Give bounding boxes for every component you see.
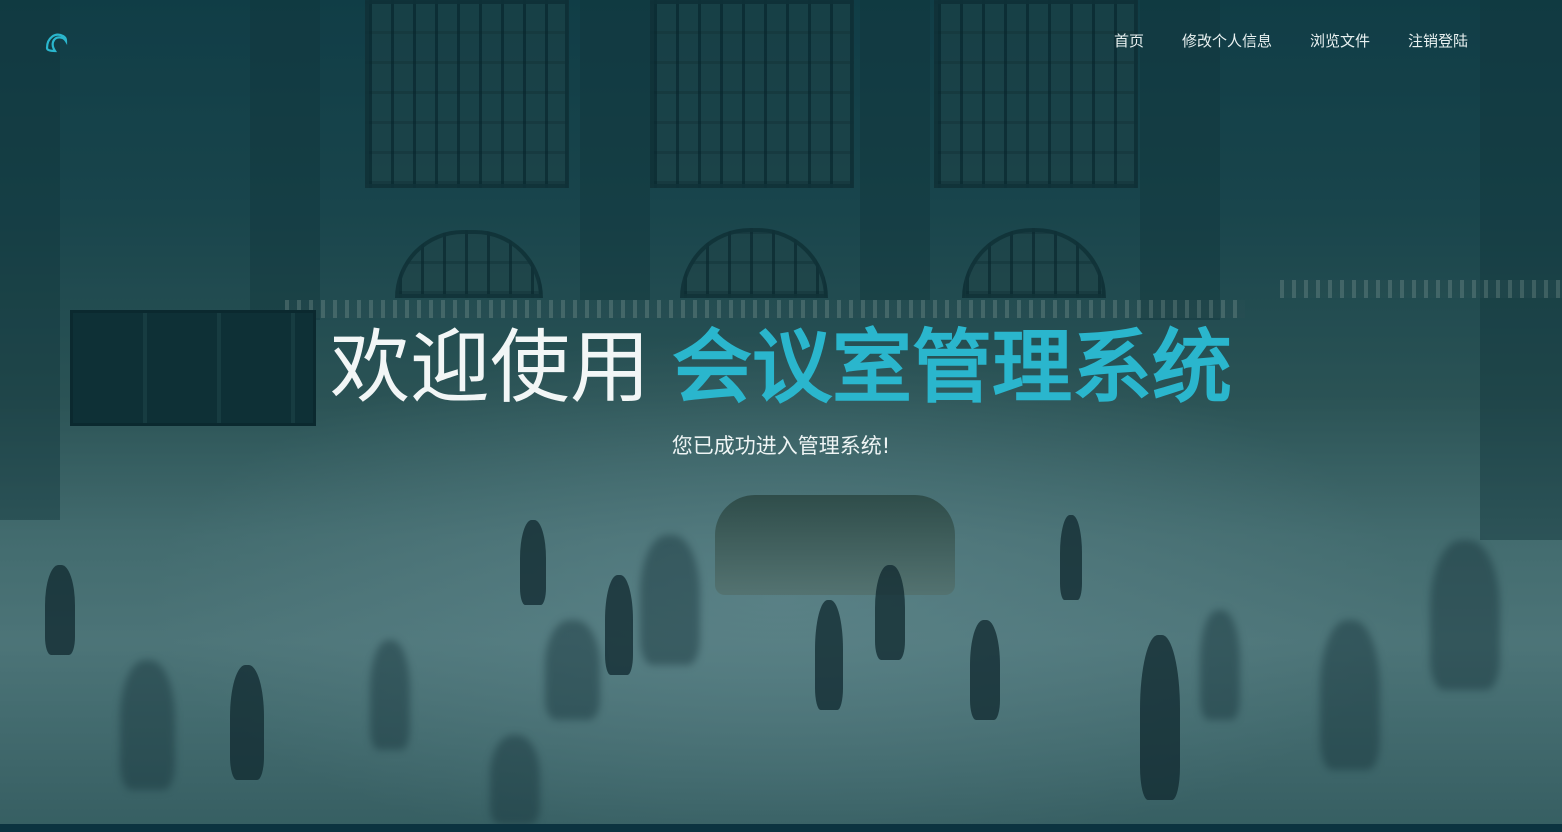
top-nav: 首页 修改个人信息 浏览文件 注销登陆	[1114, 31, 1468, 51]
bottom-bar	[0, 824, 1562, 832]
nav-edit-profile-link[interactable]: 修改个人信息	[1182, 31, 1272, 51]
nav-browse-files-link[interactable]: 浏览文件	[1310, 31, 1370, 51]
hero-title-prefix: 欢迎使用	[330, 321, 650, 414]
hero-title: 欢迎使用 会议室管理系统	[0, 320, 1562, 416]
crescent-logo-icon[interactable]	[44, 30, 68, 54]
nav-logout-link[interactable]: 注销登陆	[1408, 31, 1468, 51]
hero-subtitle: 您已成功进入管理系统!	[671, 434, 891, 458]
nav-home-link[interactable]: 首页	[1114, 31, 1144, 51]
hero-title-highlight: 会议室管理系统	[672, 321, 1232, 414]
